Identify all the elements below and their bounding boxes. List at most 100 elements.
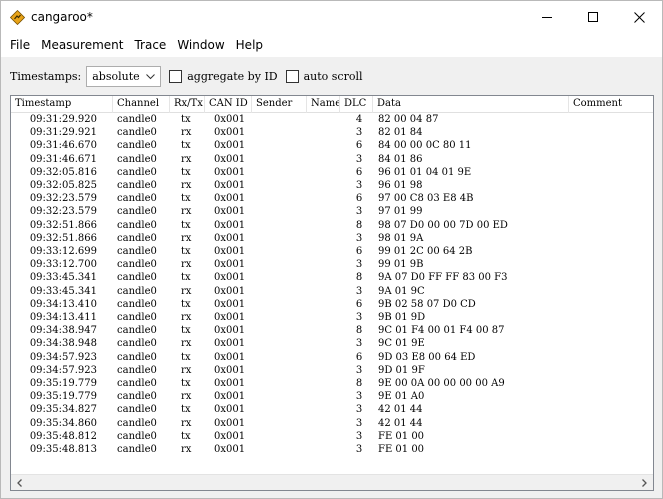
table-row[interactable]: 09:32:51.866 candle0 tx 0x001 8 98 07 D0 00 0… xyxy=(11,220,653,232)
menu-file[interactable]: File xyxy=(6,35,34,55)
table-row[interactable]: 09:31:46.671 candle0 rx 0x001 3 84 01 86 xyxy=(11,154,653,166)
cell-timestamp: 09:33:12.699 xyxy=(29,246,97,257)
table-row[interactable]: 09:32:05.825 candle0 rx 0x001 3 96 01 98 xyxy=(11,180,653,192)
cell-dlc: 3 xyxy=(355,206,363,218)
cell-can-id: 0x001 xyxy=(214,193,246,205)
table-row[interactable]: 09:34:13.411 candle0 rx 0x001 3 9B 01 9D xyxy=(11,312,653,324)
aggregate-checkbox[interactable] xyxy=(169,69,183,83)
column-header-comment[interactable]: Comment xyxy=(569,96,653,113)
window-title: cangaroo* xyxy=(31,10,93,24)
cell-can-id: 0x001 xyxy=(214,114,246,125)
cell-can-id: 0x001 xyxy=(214,259,246,271)
cell-timestamp: 09:35:48.812 xyxy=(29,430,97,442)
cell-channel: candle0 xyxy=(117,391,157,403)
maximize-button[interactable] xyxy=(570,1,616,33)
cell-data: 84 00 00 0C 80 11 xyxy=(378,140,472,152)
cell-channel: candle0 xyxy=(117,219,157,231)
scroll-left-icon[interactable] xyxy=(14,477,26,489)
cell-data: 99 01 9B xyxy=(378,259,424,271)
cell-channel: candle0 xyxy=(117,298,157,310)
cell-can-id: 0x001 xyxy=(214,232,246,244)
column-header-rxtx[interactable]: Rx/Tx xyxy=(170,96,205,113)
cell-can-id: 0x001 xyxy=(214,219,246,231)
table-row[interactable]: 09:32:05.816 candle0 tx 0x001 6 96 01 01 04 0… xyxy=(11,167,653,179)
cangaroo-diamond-icon xyxy=(10,10,25,25)
table-row[interactable]: 09:32:23.579 candle0 tx 0x001 6 97 00 C8 03 E… xyxy=(11,193,653,205)
cell-channel: candle0 xyxy=(117,285,157,297)
table-row[interactable]: 09:34:38.948 candle0 rx 0x001 3 9C 01 9E xyxy=(11,338,653,350)
column-header-data[interactable]: Data xyxy=(373,96,569,113)
timestamps-select-value: absolute xyxy=(92,69,140,83)
timestamps-select[interactable]: absolute xyxy=(86,65,162,87)
table-row[interactable]: 09:34:38.947 candle0 tx 0x001 8 9C 01 F4 00 0… xyxy=(11,325,653,337)
table-row[interactable]: 09:33:45.341 candle0 rx 0x001 3 9A 01 9C xyxy=(11,286,653,298)
cell-data: 82 01 84 xyxy=(378,127,423,139)
cell-rxtx: tx xyxy=(181,114,191,125)
cell-channel: candle0 xyxy=(117,166,157,178)
cell-rxtx: rx xyxy=(181,232,192,244)
cell-rxtx: rx xyxy=(181,364,192,376)
cell-dlc: 8 xyxy=(355,219,363,231)
cell-rxtx: rx xyxy=(181,312,192,323)
table-row[interactable]: 09:35:48.812 candle0 tx 0x001 3 FE 01 00 xyxy=(11,431,653,443)
menu-trace[interactable]: Trace xyxy=(130,35,170,55)
scroll-right-icon[interactable] xyxy=(638,477,650,489)
cell-dlc: 3 xyxy=(355,232,363,244)
cell-can-id: 0x001 xyxy=(214,364,246,376)
menu-help[interactable]: Help xyxy=(232,35,267,55)
cell-dlc: 3 xyxy=(355,312,363,323)
cell-timestamp: 09:32:05.825 xyxy=(29,180,97,191)
cell-timestamp: 09:35:34.860 xyxy=(29,417,97,429)
cell-data: 9E 01 A0 xyxy=(378,391,425,403)
cell-timestamp: 09:31:29.921 xyxy=(29,127,97,139)
horizontal-scrollbar[interactable] xyxy=(11,474,653,490)
table-row[interactable]: 09:31:46.670 candle0 tx 0x001 6 84 00 00 0C 8… xyxy=(11,140,653,152)
table-row[interactable]: 09:35:34.860 candle0 rx 0x001 3 42 01 44 xyxy=(11,418,653,430)
column-header-dlc[interactable]: DLC xyxy=(340,96,373,113)
cell-timestamp: 09:32:23.579 xyxy=(29,193,97,205)
table-row[interactable]: 09:35:19.779 candle0 rx 0x001 3 9E 01 A0 xyxy=(11,391,653,403)
autoscroll-checkbox[interactable] xyxy=(285,69,299,83)
table-row[interactable]: 09:34:57.923 candle0 rx 0x001 3 9D 01 9F xyxy=(11,365,653,377)
column-header-sender[interactable]: Sender xyxy=(252,96,307,113)
cell-channel: candle0 xyxy=(117,338,157,350)
cell-channel: candle0 xyxy=(117,127,157,139)
cell-data: 9D 01 9F xyxy=(378,364,425,376)
cell-rxtx: tx xyxy=(181,378,191,389)
cell-can-id: 0x001 xyxy=(214,417,246,429)
column-header-name[interactable]: Name xyxy=(307,96,340,113)
minimize-button[interactable] xyxy=(524,1,570,33)
cell-timestamp: 09:35:34.827 xyxy=(29,404,97,416)
trace-table[interactable]: Timestamp Channel Rx/Tx CAN ID Sender Na… xyxy=(10,95,654,491)
table-row[interactable]: 09:32:51.866 candle0 rx 0x001 3 98 01 9A xyxy=(11,233,653,245)
table-row[interactable]: 09:33:12.700 candle0 rx 0x001 3 99 01 9B xyxy=(11,259,653,271)
column-header-can-id[interactable]: CAN ID xyxy=(205,96,252,113)
table-row[interactable]: 09:35:34.827 candle0 tx 0x001 3 42 01 44 xyxy=(11,404,653,416)
table-row[interactable]: 09:31:29.920 candle0 tx 0x001 4 82 00 04 87 xyxy=(11,114,653,126)
table-row[interactable]: 09:33:45.341 candle0 tx 0x001 8 9A 07 D0 FF F… xyxy=(11,272,653,284)
cell-channel: candle0 xyxy=(117,206,157,218)
cell-data: 9A 07 D0 FF FF 83 00 F3 xyxy=(378,272,508,284)
menu-window[interactable]: Window xyxy=(173,35,228,55)
table-row[interactable]: 09:35:19.779 candle0 tx 0x001 8 9E 00 0A 00 0… xyxy=(11,378,653,390)
table-row[interactable]: 09:33:12.699 candle0 tx 0x001 6 99 01 2C 00 6… xyxy=(11,246,653,258)
cell-rxtx: rx xyxy=(181,391,192,403)
column-header-timestamp[interactable]: Timestamp xyxy=(11,96,113,113)
cell-data: 98 07 D0 00 00 7D 00 ED xyxy=(378,219,508,231)
table-row[interactable]: 09:34:57.923 candle0 tx 0x001 6 9D 03 E8 00 6… xyxy=(11,352,653,364)
autoscroll-label: auto scroll xyxy=(303,69,363,83)
table-row[interactable]: 09:32:23.579 candle0 rx 0x001 3 97 01 99 xyxy=(11,206,653,218)
column-header-channel[interactable]: Channel xyxy=(113,96,170,113)
cell-can-id: 0x001 xyxy=(214,166,246,178)
table-row[interactable]: 09:34:13.410 candle0 tx 0x001 6 9B 02 58 07 D… xyxy=(11,299,653,311)
close-button[interactable] xyxy=(616,1,662,33)
table-row[interactable]: 09:31:29.921 candle0 rx 0x001 3 82 01 84 xyxy=(11,127,653,139)
maximize-icon xyxy=(588,12,598,22)
cell-can-id: 0x001 xyxy=(214,351,246,363)
cell-can-id: 0x001 xyxy=(214,378,246,389)
table-row[interactable]: 09:35:48.813 candle0 rx 0x001 3 FE 01 00 xyxy=(11,444,653,456)
cell-can-id: 0x001 xyxy=(214,404,246,416)
cell-data: 9C 01 F4 00 01 F4 00 87 xyxy=(378,325,505,337)
cell-timestamp: 09:34:13.410 xyxy=(29,298,97,310)
menu-measurement[interactable]: Measurement xyxy=(37,35,127,55)
